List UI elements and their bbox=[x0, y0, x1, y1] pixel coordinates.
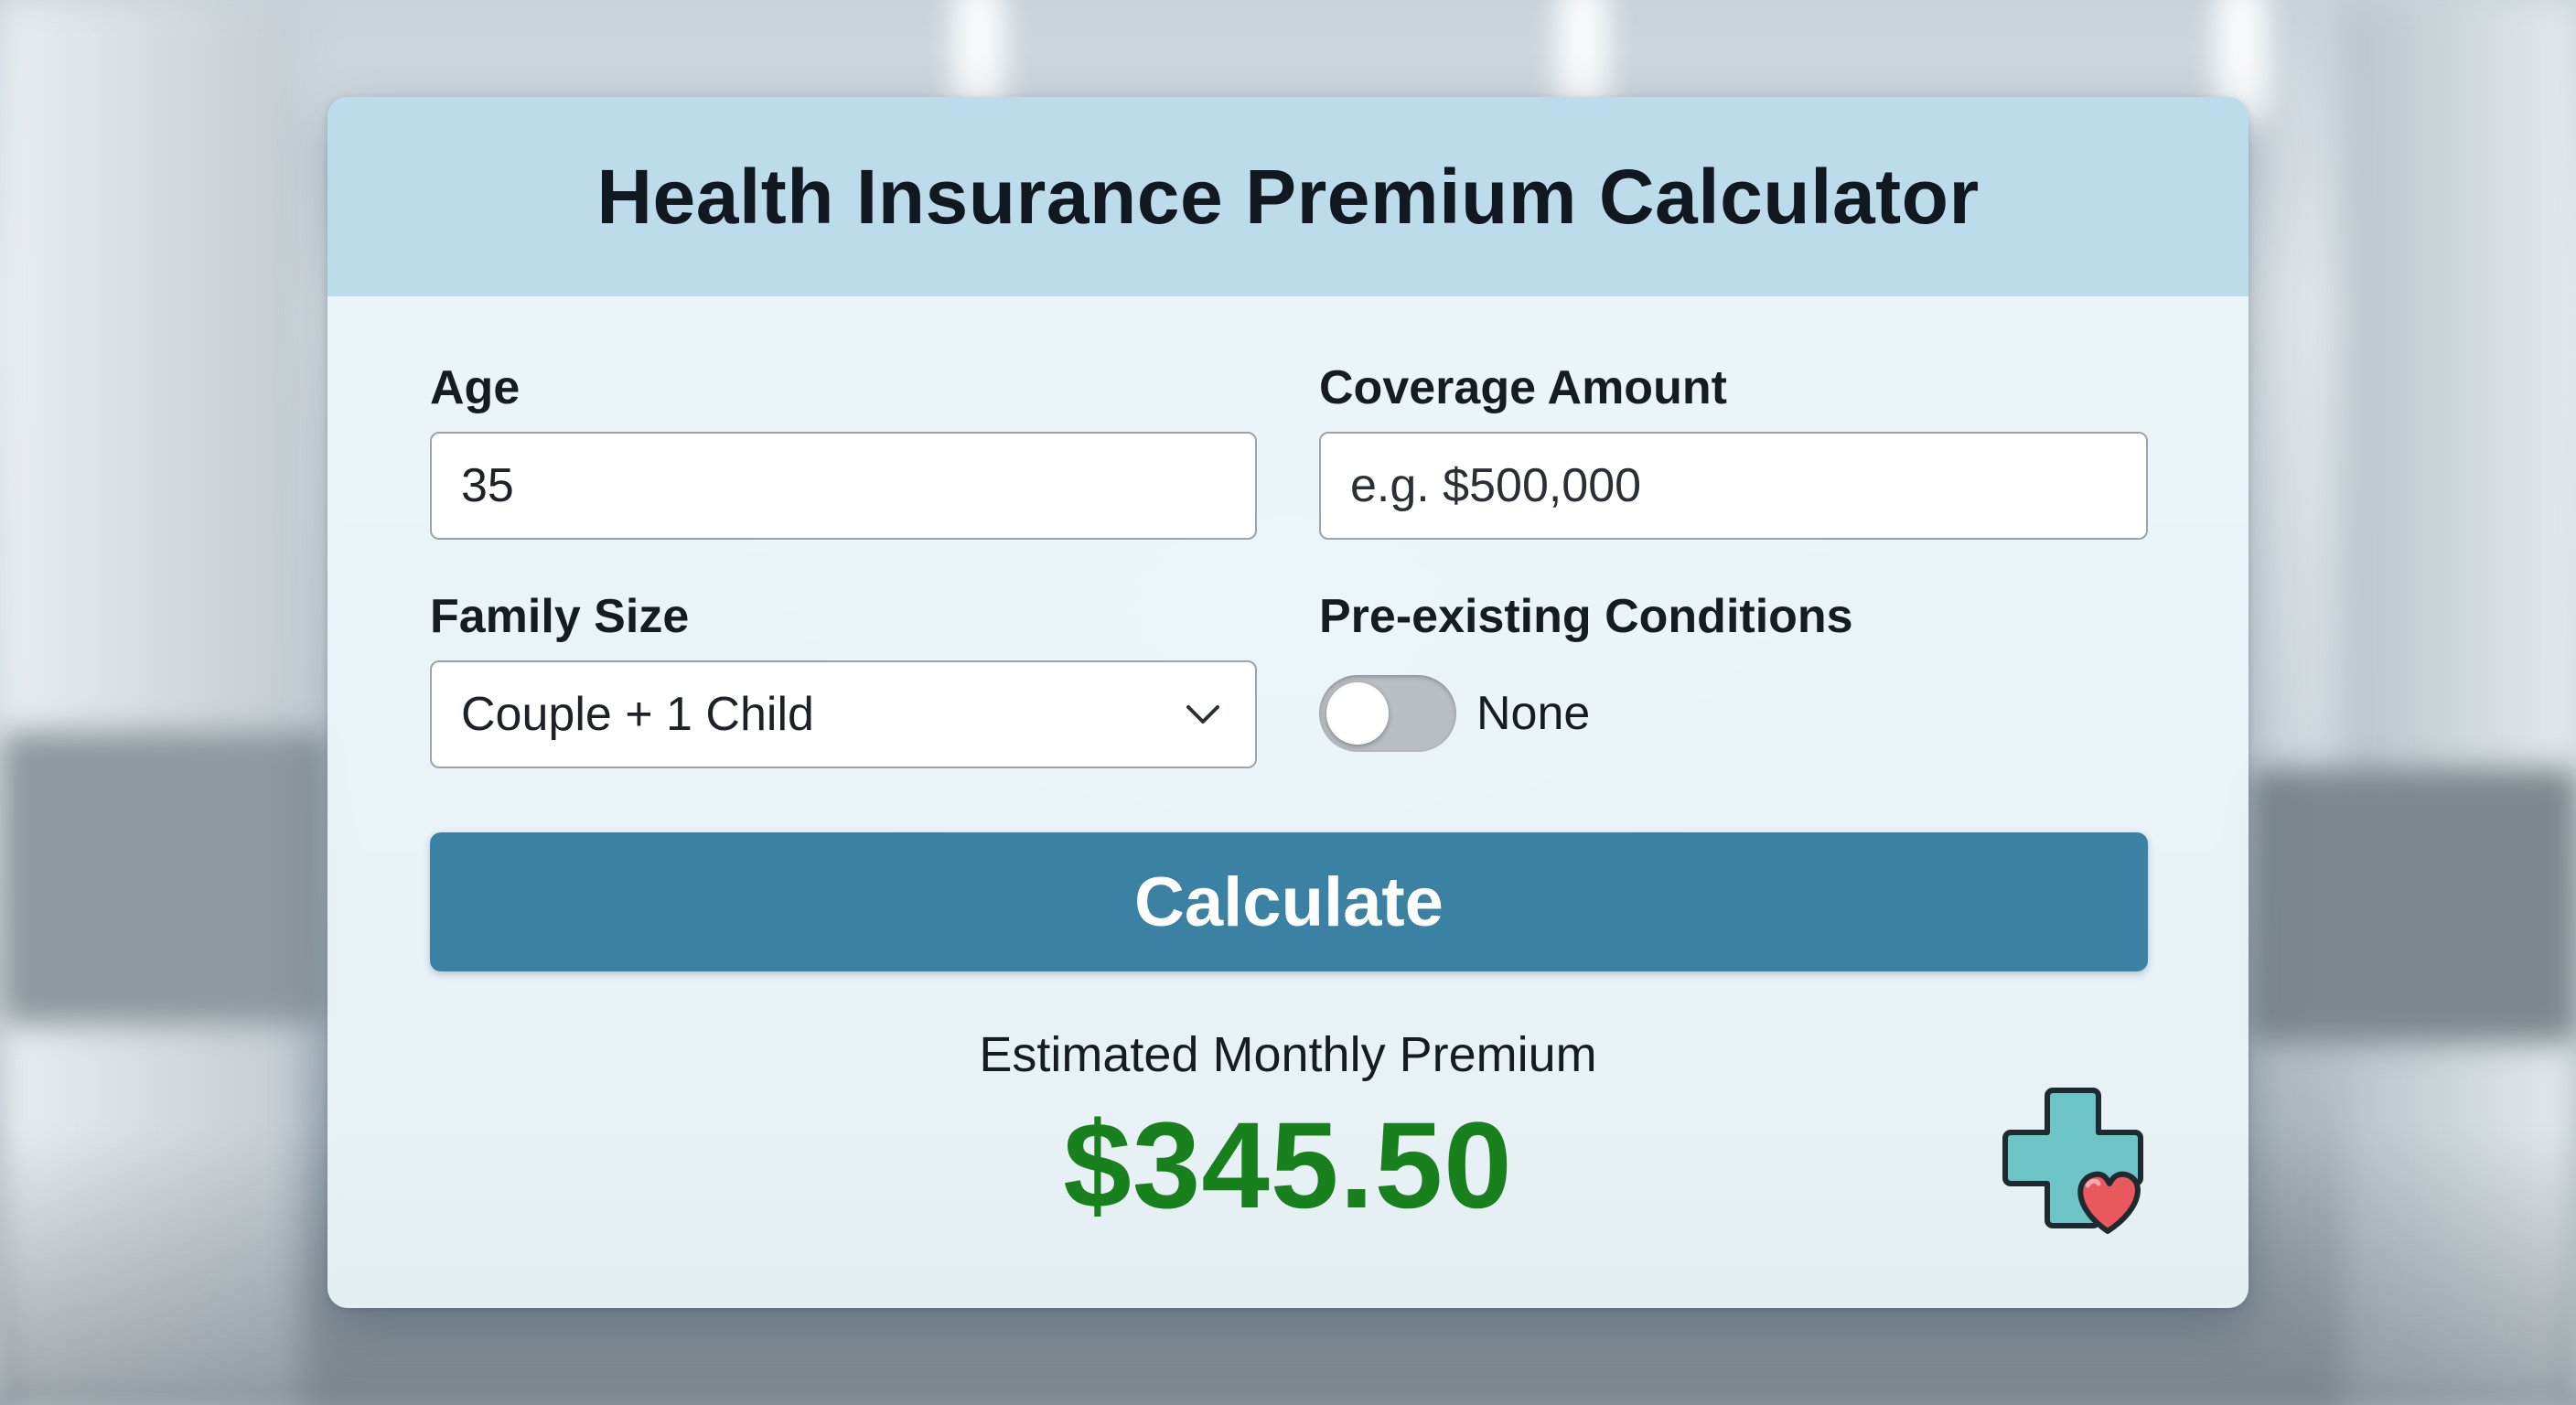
page-title: Health Insurance Premium Calculator bbox=[596, 153, 1980, 240]
family-size-label: Family Size bbox=[430, 590, 690, 643]
calculate-button[interactable]: Calculate bbox=[430, 832, 2148, 971]
premium-amount: $345.50 bbox=[1063, 1098, 1513, 1234]
card-header: Health Insurance Premium Calculator bbox=[327, 97, 2249, 296]
family-size-select[interactable]: Couple + 1 Child bbox=[430, 660, 1257, 768]
coverage-amount-label: Coverage Amount bbox=[1319, 361, 1727, 414]
toggle-state-label: None bbox=[1476, 687, 1591, 740]
medical-cross-heart-icon bbox=[2000, 1083, 2155, 1239]
toggle-knob bbox=[1326, 682, 1389, 745]
family-size-value: Couple + 1 Child bbox=[461, 688, 814, 741]
chevron-down-icon bbox=[1184, 695, 1222, 734]
pre-existing-conditions-toggle[interactable] bbox=[1319, 675, 1456, 752]
calculator-card: Health Insurance Premium Calculator Age … bbox=[327, 97, 2249, 1308]
age-label: Age bbox=[430, 361, 521, 414]
result-label: Estimated Monthly Premium bbox=[979, 1027, 1597, 1082]
pre-existing-conditions-label: Pre-existing Conditions bbox=[1319, 590, 1853, 643]
coverage-amount-input[interactable]: e.g. $500,000 bbox=[1319, 432, 2148, 540]
age-input[interactable]: 35 bbox=[430, 432, 1257, 540]
